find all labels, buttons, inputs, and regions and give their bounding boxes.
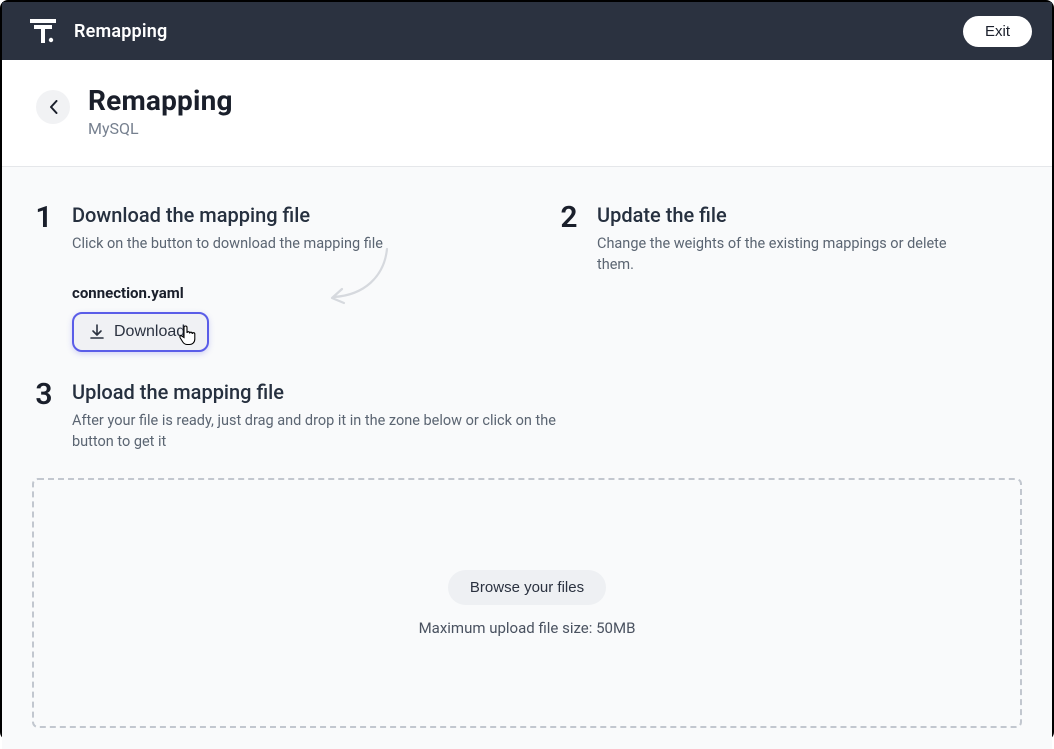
download-button-label: Download	[114, 323, 185, 341]
logo-icon	[30, 19, 56, 43]
app-logo	[30, 19, 56, 43]
topbar: Remapping Exit	[2, 2, 1052, 60]
steps-top-row: 1 Download the mapping file Click on the…	[32, 203, 1022, 352]
step-3: 3 Upload the mapping file After your fil…	[32, 380, 1022, 452]
page-header: Remapping MySQL	[2, 60, 1052, 167]
back-button[interactable]	[36, 90, 70, 124]
step-3-number: 3	[32, 380, 56, 410]
step-3-desc: After your file is ready, just drag and …	[72, 410, 592, 452]
content-area: 1 Download the mapping file Click on the…	[2, 167, 1052, 749]
topbar-left: Remapping	[30, 19, 167, 43]
download-icon	[90, 324, 104, 340]
step-1: 1 Download the mapping file Click on the…	[32, 203, 497, 352]
max-upload-size-label: Maximum upload file size: 50MB	[419, 619, 636, 637]
page-title: Remapping	[88, 84, 233, 117]
step-2-number: 2	[557, 203, 581, 233]
mapping-filename: connection.yaml	[72, 284, 497, 302]
page-title-block: Remapping MySQL	[88, 84, 233, 138]
download-button[interactable]: Download	[72, 312, 209, 352]
download-block: connection.yaml Download	[72, 284, 497, 352]
step-2: 2 Update the file Change the weights of …	[557, 203, 1022, 352]
step-1-number: 1	[32, 203, 56, 233]
upload-dropzone[interactable]: Browse your files Maximum upload file si…	[32, 478, 1022, 728]
topbar-title: Remapping	[74, 21, 167, 42]
step-1-desc: Click on the button to download the mapp…	[72, 233, 432, 254]
chevron-left-icon	[49, 100, 58, 114]
step-3-body: Upload the mapping file After your file …	[72, 380, 592, 452]
step-2-desc: Change the weights of the existing mappi…	[597, 233, 957, 275]
step-2-body: Update the file Change the weights of th…	[597, 203, 1022, 275]
step-1-title: Download the mapping file	[72, 203, 497, 227]
step-1-body: Download the mapping file Click on the b…	[72, 203, 497, 352]
step-2-title: Update the file	[597, 203, 1022, 227]
step-3-title: Upload the mapping file	[72, 380, 592, 404]
exit-button[interactable]: Exit	[963, 16, 1032, 47]
browse-files-button[interactable]: Browse your files	[448, 570, 606, 605]
page-subtitle: MySQL	[88, 119, 233, 138]
